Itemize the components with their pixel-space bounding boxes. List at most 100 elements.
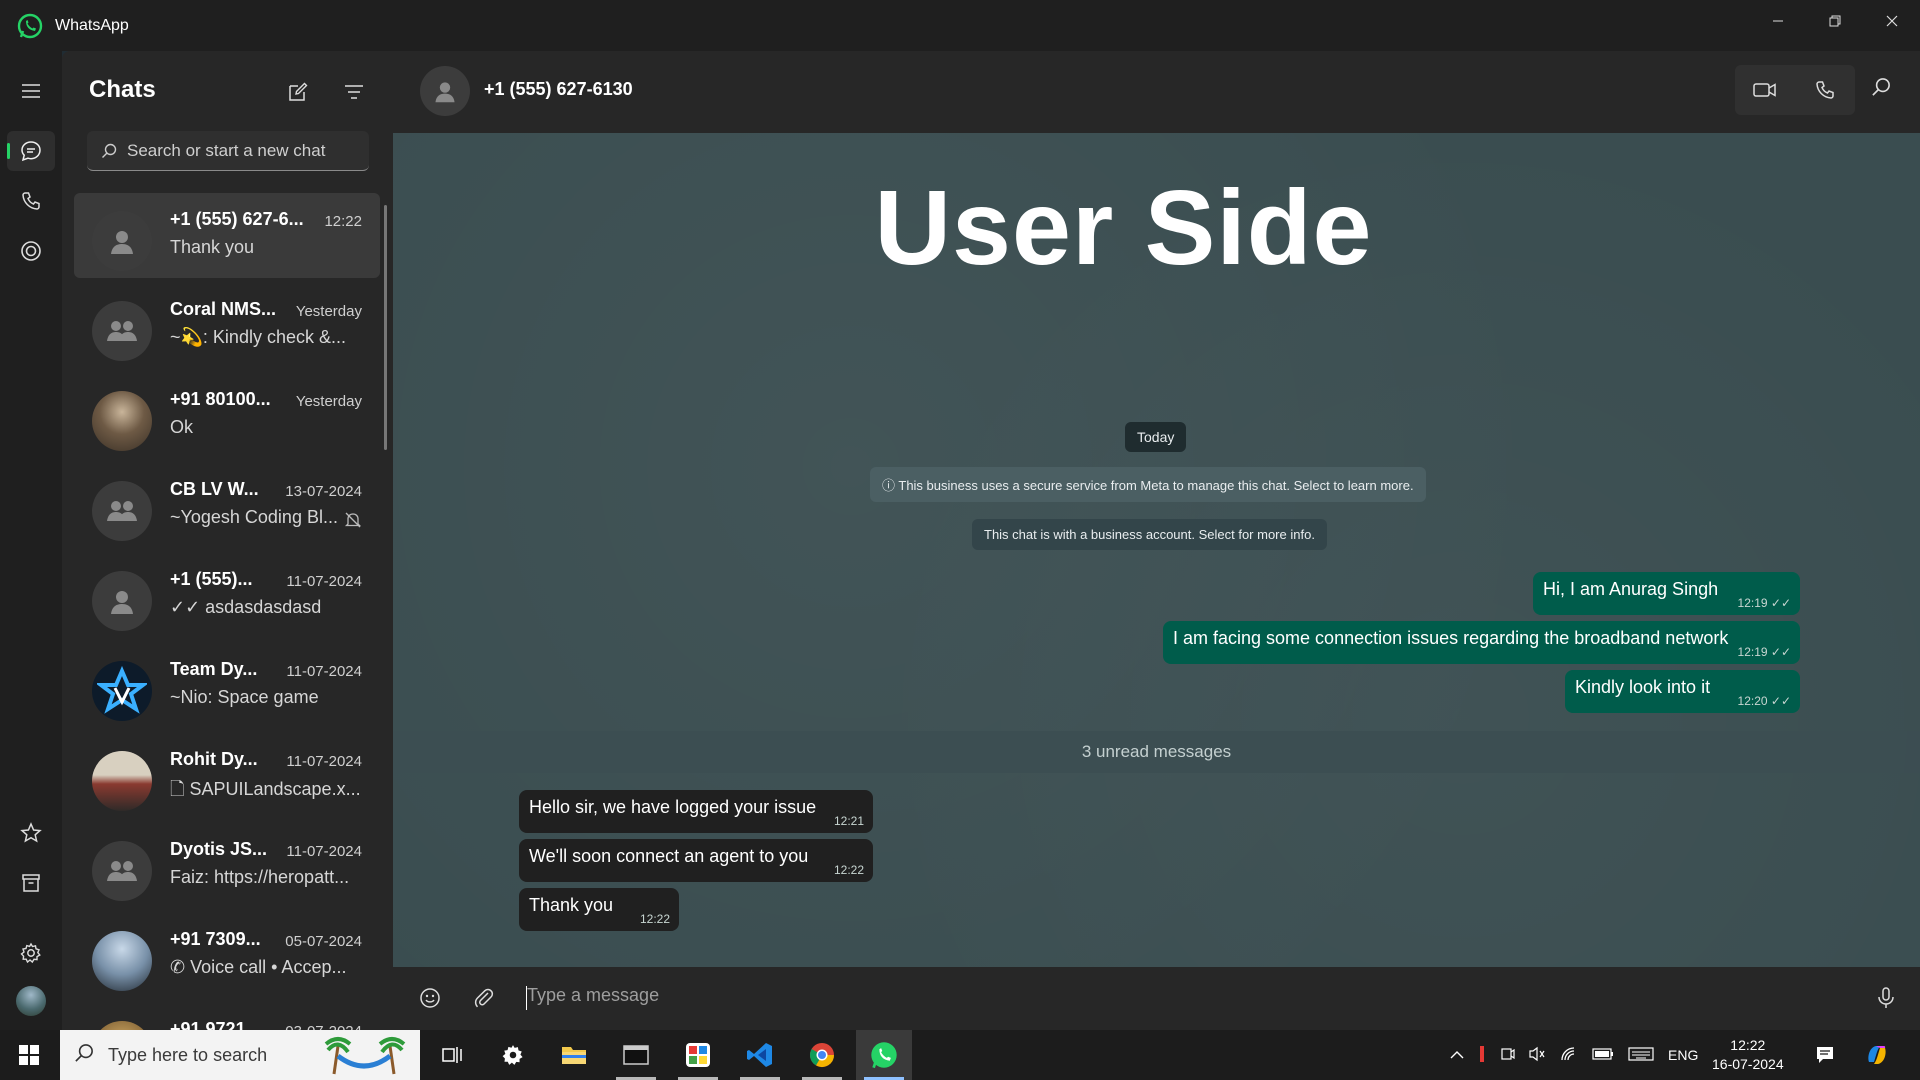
- chat-item[interactable]: Dyotis JS... 11-07-2024 Faiz: https://he…: [74, 823, 380, 908]
- chat-item[interactable]: CB LV W... 13-07-2024 ~Yogesh Coding Bl.…: [74, 463, 380, 548]
- start-button[interactable]: [0, 1030, 58, 1080]
- taskbar-search-box[interactable]: Type here to search: [60, 1030, 420, 1080]
- chat-item[interactable]: +91 9721... 03-07-2024: [74, 1003, 380, 1030]
- chat-preview: 🗋 SAPUILandscape.x...: [170, 779, 361, 799]
- show-hidden-icons-button[interactable]: [1450, 1047, 1464, 1063]
- nav-calls-button[interactable]: [7, 181, 55, 221]
- menu-button[interactable]: [7, 71, 55, 111]
- system-tray: ENG: [1450, 1030, 1698, 1080]
- voice-call-button[interactable]: [1795, 65, 1855, 115]
- close-button[interactable]: [1863, 0, 1920, 42]
- settings-app-button[interactable]: [485, 1030, 541, 1080]
- chat-name: +91 80100...: [170, 389, 271, 409]
- nav-settings-button[interactable]: [7, 933, 55, 973]
- input-language[interactable]: ENG: [1668, 1047, 1698, 1063]
- nav-chats-button[interactable]: [7, 131, 55, 171]
- chat-time: 11-07-2024: [286, 573, 362, 590]
- chat-item[interactable]: Coral NMS... Yesterday ~💫: Kindly check …: [74, 283, 380, 368]
- profile-button[interactable]: [7, 981, 55, 1021]
- chat-list-scrollbar[interactable]: [384, 205, 387, 450]
- double-check-icon: ✓✓: [1770, 645, 1791, 659]
- message-composer: [393, 967, 1920, 1030]
- chat-search-box[interactable]: [87, 131, 369, 171]
- task-view-icon: [442, 1047, 462, 1063]
- incoming-message[interactable]: We'll soon connect an agent to you 12:22: [519, 839, 873, 882]
- nav-starred-button[interactable]: [7, 813, 55, 853]
- task-view-button[interactable]: [424, 1030, 480, 1080]
- message-area: User Side Today ⓘ This business uses a s…: [393, 133, 1920, 967]
- chat-name: CB LV W...: [170, 479, 259, 499]
- camera-icon: [1501, 1047, 1515, 1060]
- meet-now-button[interactable]: [1500, 1046, 1516, 1065]
- attach-button[interactable]: [473, 987, 495, 1014]
- chat-item[interactable]: +91 80100... Yesterday Ok: [74, 373, 380, 458]
- photos-app-icon: [686, 1043, 710, 1067]
- minimize-button[interactable]: [1749, 0, 1806, 42]
- outgoing-message[interactable]: Hi, I am Anurag Singh 12:19 ✓✓: [1533, 572, 1800, 615]
- chat-item[interactable]: Rohit Dy... 11-07-2024 🗋 SAPUILandscape.…: [74, 733, 380, 818]
- call-buttons: [1735, 65, 1855, 115]
- chat-preview: Thank you: [170, 237, 255, 257]
- windows-taskbar: Type here to search ENG 12:22 16-07-2024: [0, 1030, 1920, 1080]
- network-button[interactable]: [1560, 1046, 1578, 1065]
- restore-button[interactable]: [1806, 0, 1863, 42]
- outgoing-message[interactable]: I am facing some connection issues regar…: [1163, 621, 1800, 664]
- nav-status-button[interactable]: [7, 231, 55, 271]
- chat-list-title: Chats: [89, 76, 156, 103]
- terminal-button[interactable]: [608, 1030, 664, 1080]
- avatar: [92, 931, 152, 991]
- copilot-button[interactable]: [1852, 1030, 1902, 1080]
- incoming-message[interactable]: Hello sir, we have logged your issue 12:…: [519, 790, 873, 833]
- incoming-message[interactable]: Thank you 12:22: [519, 888, 679, 931]
- chat-search-input[interactable]: [127, 140, 357, 161]
- business-account-notice[interactable]: This chat is with a business account. Se…: [972, 519, 1327, 550]
- chat-item[interactable]: Team Dy... 11-07-2024 ~Nio: Space game: [74, 643, 380, 728]
- chat-name: +1 (555) 627-6...: [170, 209, 304, 229]
- beach-hammock-illustration-icon: [324, 1037, 406, 1075]
- chat-preview: ~💫: Kindly check &...: [170, 327, 346, 347]
- group-icon: [107, 501, 137, 521]
- restore-icon: [1829, 15, 1840, 27]
- vscode-icon: [747, 1043, 772, 1067]
- photos-app-button[interactable]: [670, 1030, 726, 1080]
- message-text: Hi, I am Anurag Singh: [1543, 579, 1719, 599]
- whatsapp-taskbar-button[interactable]: [856, 1030, 912, 1080]
- touch-keyboard-button[interactable]: [1628, 1046, 1654, 1065]
- action-center-button[interactable]: [1800, 1030, 1850, 1080]
- chrome-icon: [809, 1043, 834, 1068]
- battery-button[interactable]: [1592, 1047, 1614, 1063]
- notification-tray-icon[interactable]: [1478, 1045, 1486, 1066]
- video-call-button[interactable]: [1735, 65, 1795, 115]
- outgoing-message[interactable]: Kindly look into it 12:20 ✓✓: [1565, 670, 1800, 713]
- chat-name: Rohit Dy...: [170, 749, 258, 769]
- taskbar-clock[interactable]: 12:22 16-07-2024: [1712, 1036, 1784, 1074]
- nav-archived-button[interactable]: [7, 863, 55, 903]
- chat-item[interactable]: +1 (555) 627-6... 12:22 Thank you: [74, 193, 380, 278]
- message-time: 12:20: [1737, 694, 1768, 708]
- gear-icon: [20, 942, 41, 964]
- filter-button[interactable]: [341, 79, 367, 105]
- message-meta: 12:19 ✓✓: [1738, 596, 1791, 610]
- phone-icon: [1816, 81, 1834, 99]
- double-check-icon: ✓✓: [1770, 694, 1791, 708]
- window-title: WhatsApp: [55, 16, 129, 34]
- chat-list-panel: Chats +1 (555) 627-6... 12:22 Thank you …: [62, 51, 393, 1030]
- conversation-search-button[interactable]: [1871, 77, 1891, 102]
- minimize-icon: [1772, 20, 1783, 22]
- emoji-button[interactable]: [419, 987, 441, 1014]
- chrome-button[interactable]: [794, 1030, 850, 1080]
- contact-avatar[interactable]: [420, 66, 470, 116]
- window-controls: [1749, 0, 1920, 42]
- contact-name[interactable]: +1 (555) 627-6130: [484, 79, 633, 100]
- file-explorer-button[interactable]: [546, 1030, 602, 1080]
- chat-item[interactable]: +91 7309... 05-07-2024 ✆ Voice call • Ac…: [74, 913, 380, 998]
- business-service-notice[interactable]: ⓘ This business uses a secure service fr…: [870, 467, 1426, 502]
- chat-item[interactable]: +1 (555)... 11-07-2024 ✓✓ asdasdasdasd: [74, 553, 380, 638]
- person-icon: [435, 82, 455, 103]
- volume-button[interactable]: [1528, 1046, 1546, 1065]
- new-chat-button[interactable]: [285, 79, 311, 105]
- message-input[interactable]: [527, 985, 1827, 1006]
- unread-divider: 3 unread messages: [393, 731, 1920, 773]
- vscode-button[interactable]: [732, 1030, 788, 1080]
- voice-message-button[interactable]: [1876, 987, 1896, 1014]
